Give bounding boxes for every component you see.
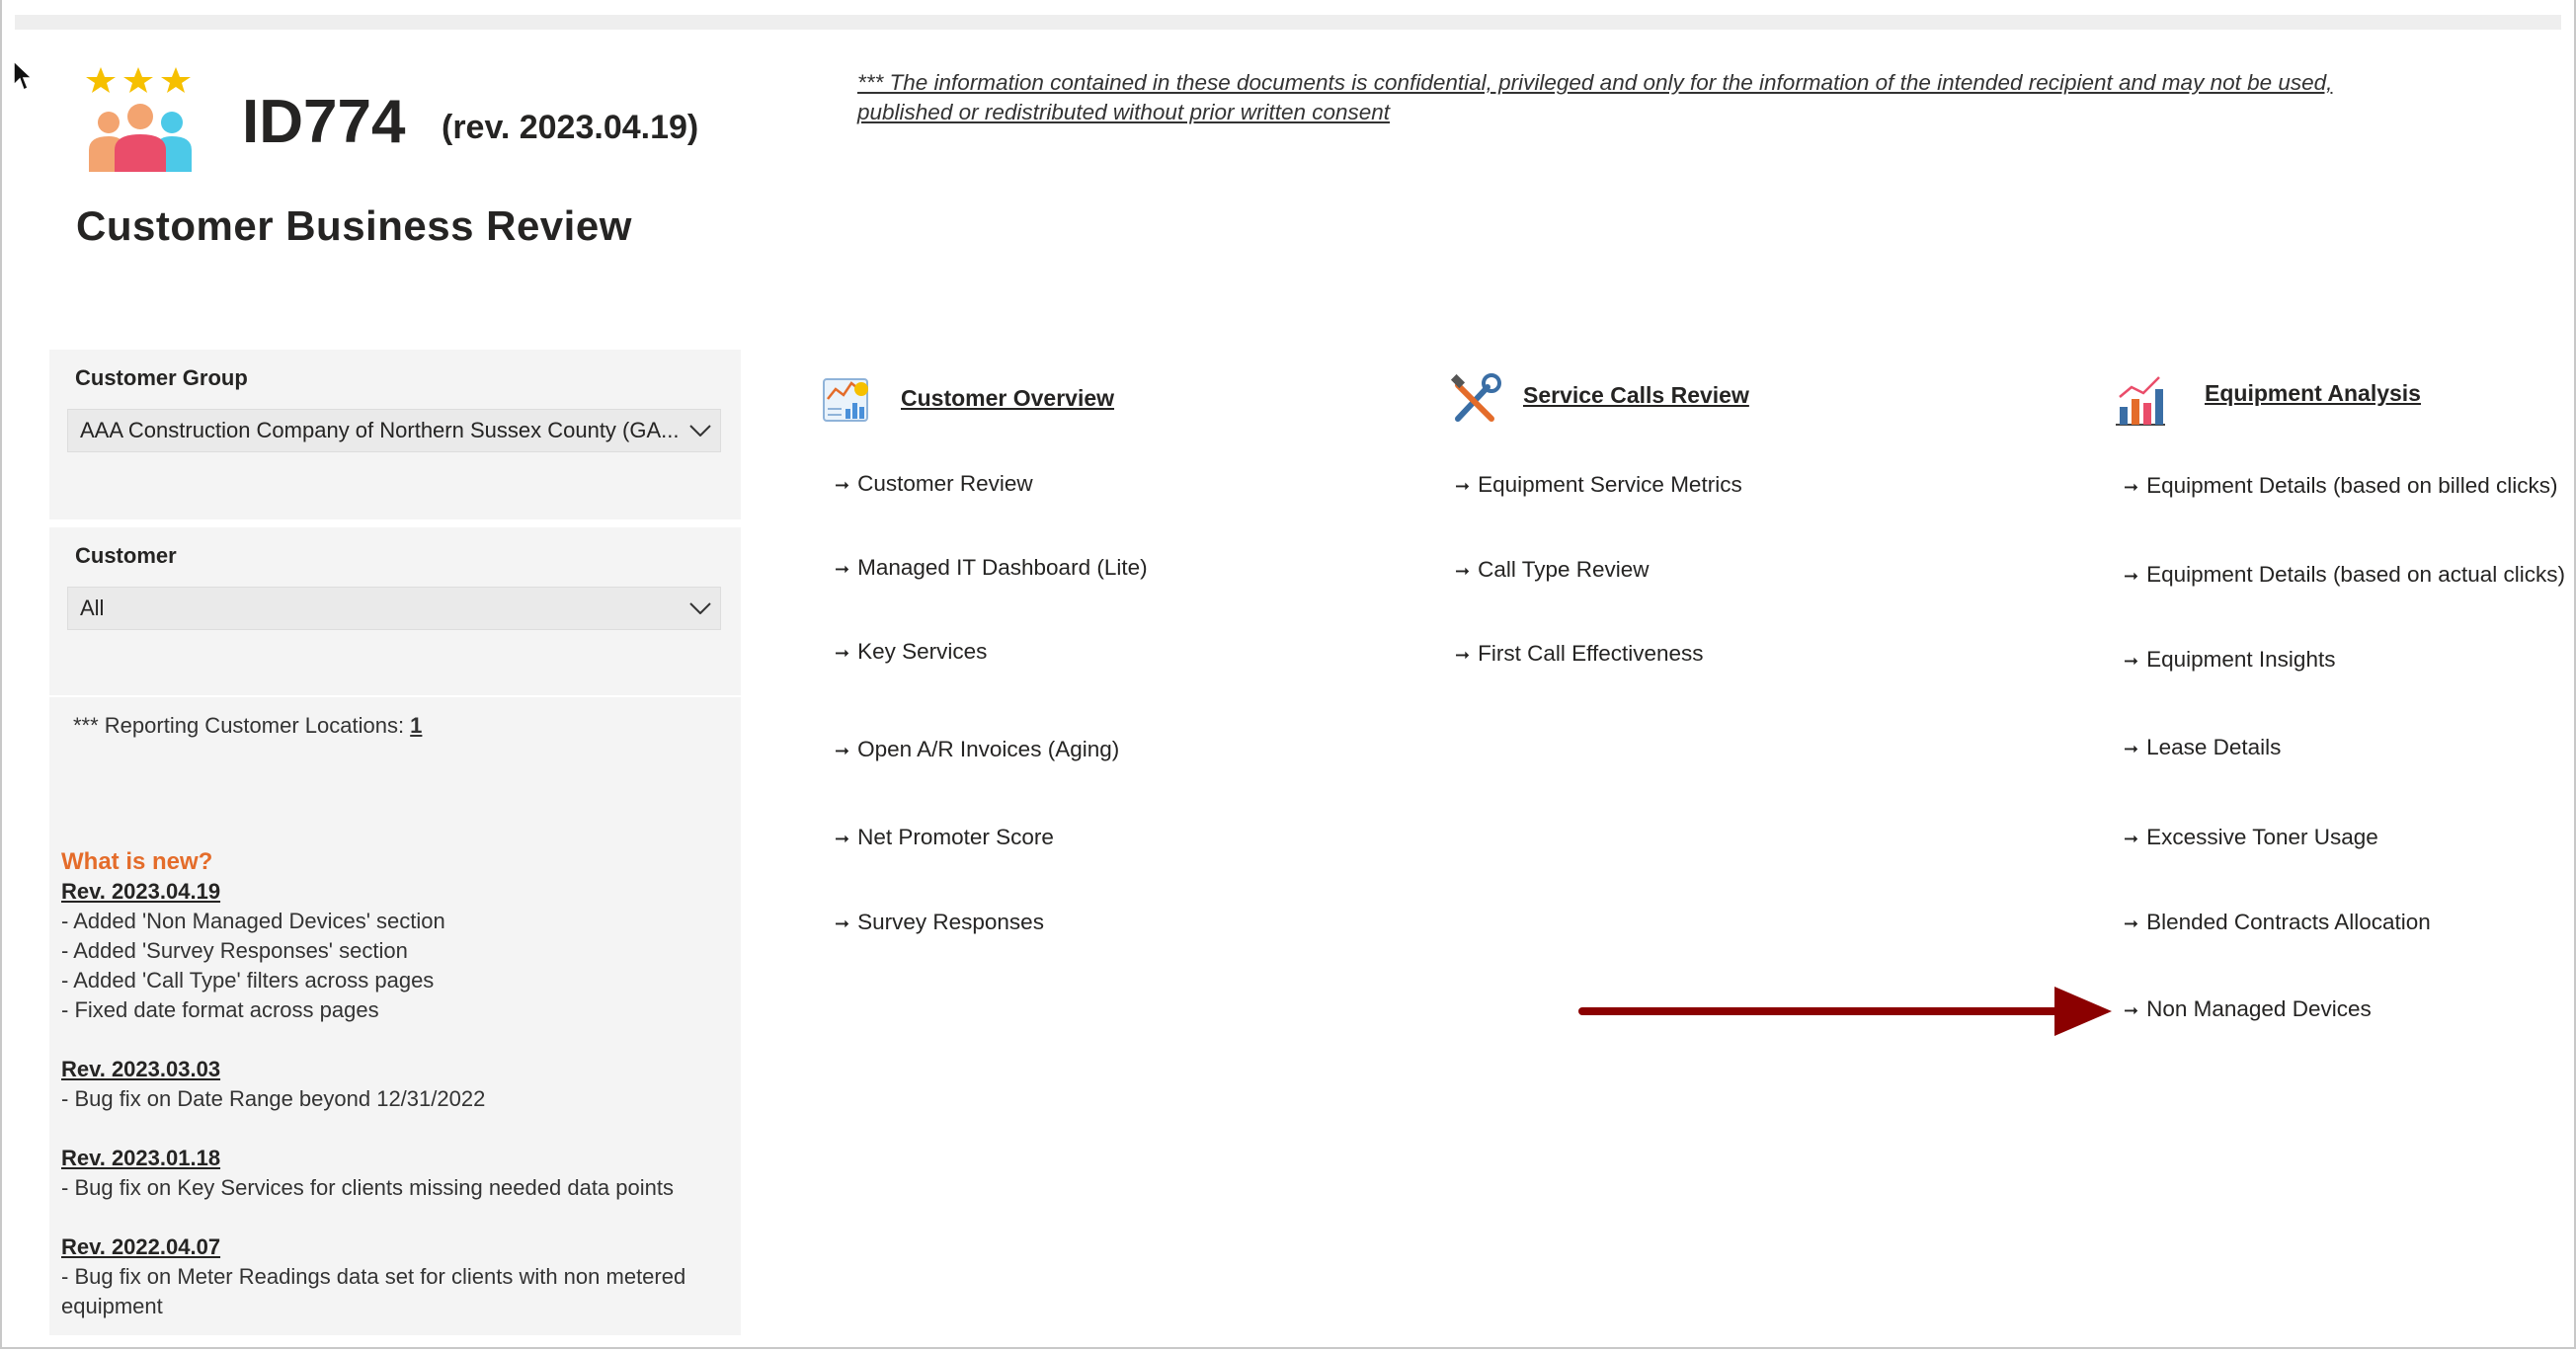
revision-note: - Added 'Call Type' filters across pages <box>61 968 435 993</box>
arrow-icon: ➞ <box>2124 739 2139 758</box>
people-icon <box>86 67 192 172</box>
nav-link-equipment-service-metrics[interactable]: ➞ Equipment Service Metrics <box>1455 472 1742 498</box>
whats-new-title: What is new? <box>61 848 213 875</box>
arrow-icon: ➞ <box>835 829 850 848</box>
arrow-icon: ➞ <box>835 741 850 760</box>
customer-label: Customer <box>75 543 177 568</box>
revision-heading: Rev. 2022.04.07 <box>61 1234 221 1259</box>
nav-link-equipment-insights[interactable]: ➞ Equipment Insights <box>2124 647 2335 673</box>
nav-link-lease-details[interactable]: ➞ Lease Details <box>2124 735 2281 760</box>
nav-link-non-managed-devices[interactable]: ➞ Non Managed Devices <box>2124 996 2372 1022</box>
revision-note: - Bug fix on Date Range beyond 12/31/202… <box>61 1086 486 1111</box>
reporting-locations-label: *** Reporting Customer Locations: <box>73 713 411 738</box>
nav-link-label: Equipment Insights <box>2146 647 2336 672</box>
nav-link-label: Equipment Service Metrics <box>1478 472 1742 497</box>
chevron-down-icon[interactable] <box>681 594 720 623</box>
arrow-icon: ➞ <box>2124 1000 2139 1020</box>
customer-overview-link[interactable]: Customer Overview <box>901 385 1114 412</box>
nav-link-label: Equipment Details (based on billed click… <box>2146 473 2558 498</box>
nav-link-equipment-details-billed[interactable]: ➞ Equipment Details (based on billed clic… <box>2124 473 2558 499</box>
nav-link-survey-responses[interactable]: ➞ Survey Responses <box>835 910 1044 935</box>
nav-link-label: Lease Details <box>2146 735 2282 759</box>
arrow-icon: ➞ <box>2124 914 2139 933</box>
reporting-locations: *** Reporting Customer Locations: 1 <box>73 713 422 739</box>
arrow-icon: ➞ <box>835 643 850 663</box>
customer-dropdown[interactable]: All <box>67 587 721 630</box>
revision-note: - Bug fix on Meter Readings data set for… <box>61 1264 686 1318</box>
whats-new: What is new? Rev. 2023.04.19 - Added 'No… <box>61 847 713 1321</box>
nav-link-equipment-details-actual[interactable]: ➞ Equipment Details (based on actual clic… <box>2124 562 2565 588</box>
page-title: Customer Business Review <box>76 202 632 249</box>
nav-link-label: Net Promoter Score <box>857 825 1054 849</box>
nav-link-label: Survey Responses <box>857 910 1044 934</box>
arrow-icon: ➞ <box>2124 477 2139 497</box>
nav-link-label: Call Type Review <box>1478 557 1650 582</box>
top-bar <box>15 15 2561 30</box>
arrow-icon: ➞ <box>1455 561 1471 581</box>
revision-heading: Rev. 2023.03.03 <box>61 1057 221 1081</box>
nav-link-key-services[interactable]: ➞ Key Services <box>835 639 987 665</box>
arrow-icon: ➞ <box>2124 829 2139 848</box>
nav-link-call-type-review[interactable]: ➞ Call Type Review <box>1455 557 1650 583</box>
customer-value: All <box>80 596 105 620</box>
nav-link-excessive-toner-usage[interactable]: ➞ Excessive Toner Usage <box>2124 825 2378 850</box>
bar-chart-icon <box>2116 376 2165 426</box>
customer-group-label: Customer Group <box>75 365 248 390</box>
confidentiality-disclaimer: *** The information contained in these d… <box>857 70 2333 124</box>
equipment-analysis-link[interactable]: Equipment Analysis <box>2205 380 2421 407</box>
arrow-icon: ➞ <box>1455 645 1471 665</box>
customer-group-dropdown[interactable]: AAA Construction Company of Northern Sus… <box>67 409 721 452</box>
cursor-icon <box>13 59 34 92</box>
report-revision: (rev. 2023.04.19) <box>442 109 699 146</box>
nav-link-label: Open A/R Invoices (Aging) <box>857 737 1120 761</box>
nav-link-label: Key Services <box>857 639 988 664</box>
dashboard-icon <box>823 378 868 422</box>
customer-group-value: AAA Construction Company of Northern Sus… <box>80 418 680 442</box>
nav-link-label: First Call Effectiveness <box>1478 641 1704 666</box>
chevron-down-icon[interactable] <box>681 416 720 445</box>
nav-link-label: Non Managed Devices <box>2146 996 2372 1021</box>
nav-link-customer-review[interactable]: ➞ Customer Review <box>835 471 1033 497</box>
revision-note: - Fixed date format across pages <box>61 997 379 1022</box>
nav-link-label: Blended Contracts Allocation <box>2146 910 2431 934</box>
service-calls-review-link[interactable]: Service Calls Review <box>1523 382 1749 409</box>
revision-heading: Rev. 2023.04.19 <box>61 879 221 904</box>
arrow-icon: ➞ <box>2124 651 2139 671</box>
arrow-icon: ➞ <box>1455 476 1471 496</box>
star-icon <box>86 67 191 93</box>
nav-link-net-promoter-score[interactable]: ➞ Net Promoter Score <box>835 825 1054 850</box>
arrow-icon: ➞ <box>835 475 850 495</box>
nav-link-blended-contracts[interactable]: ➞ Blended Contracts Allocation <box>2124 910 2431 935</box>
arrow-icon: ➞ <box>835 914 850 933</box>
nav-link-label: Excessive Toner Usage <box>2146 825 2378 849</box>
revision-note: - Added 'Survey Responses' section <box>61 938 408 963</box>
revision-note: - Added 'Non Managed Devices' section <box>61 909 445 933</box>
nav-link-label: Customer Review <box>857 471 1033 496</box>
arrow-icon: ➞ <box>2124 566 2139 586</box>
nav-link-managed-it-dashboard[interactable]: ➞ Managed IT Dashboard (Lite) <box>835 555 1148 581</box>
nav-link-label: Equipment Details (based on actual click… <box>2146 562 2566 587</box>
nav-link-first-call-effectiveness[interactable]: ➞ First Call Effectiveness <box>1455 641 1704 667</box>
arrow-icon: ➞ <box>835 559 850 579</box>
revision-note: - Bug fix on Key Services for clients mi… <box>61 1175 674 1200</box>
nav-link-open-ar-invoices[interactable]: ➞ Open A/R Invoices (Aging) <box>835 737 1119 762</box>
report-id: ID774 <box>242 88 406 156</box>
reporting-locations-count[interactable]: 1 <box>410 713 422 738</box>
nav-link-label: Managed IT Dashboard (Lite) <box>857 555 1148 580</box>
tools-icon <box>1450 373 1501 422</box>
annotation-arrow-icon <box>1578 987 2112 1036</box>
revision-heading: Rev. 2023.01.18 <box>61 1146 221 1170</box>
